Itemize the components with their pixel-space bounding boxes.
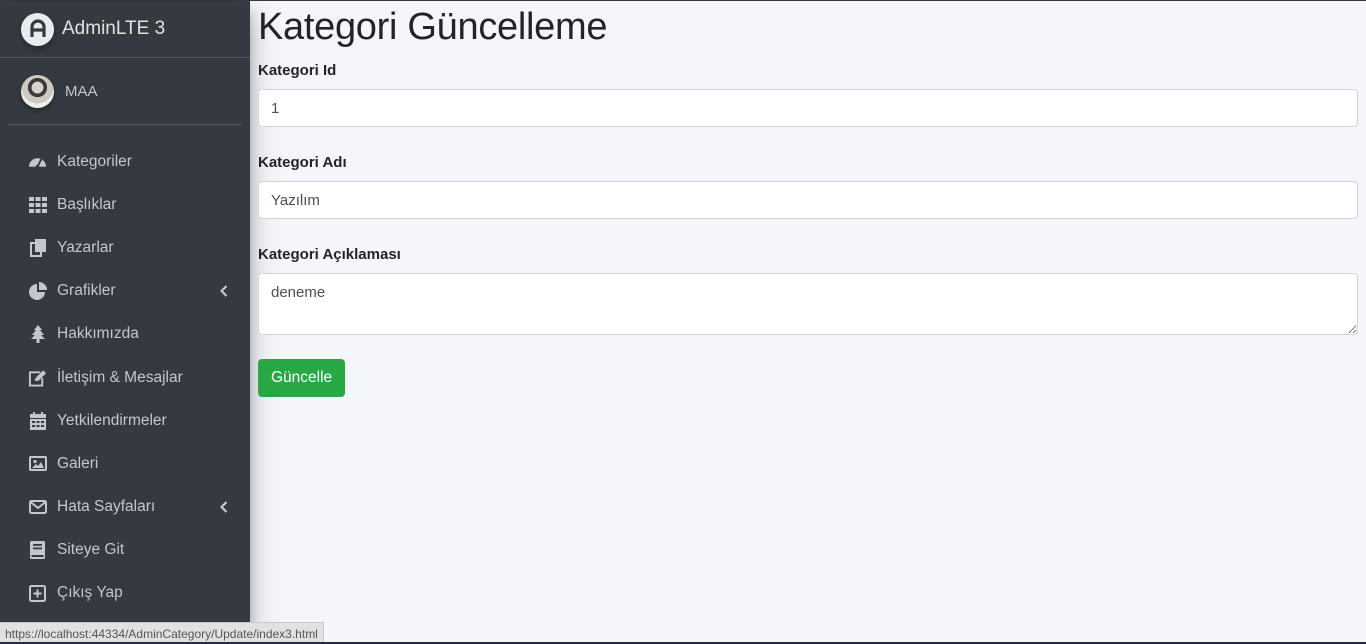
sidebar-item-yetkilendirmeler[interactable]: Yetkilendirmeler — [0, 399, 250, 442]
gauge-icon — [28, 152, 47, 171]
page-title: Kategori Güncelleme — [258, 6, 608, 48]
image-icon — [28, 454, 47, 473]
book-icon — [28, 541, 47, 560]
user-name[interactable]: MAA — [65, 83, 98, 100]
sidebar-item-yazarlar[interactable]: Yazarlar — [0, 226, 250, 269]
copy-icon — [28, 238, 47, 257]
sidebar-item-label: Yetkilendirmeler — [57, 411, 167, 429]
sidebar-item-label: Grafikler — [57, 282, 116, 300]
plus-square-icon — [28, 584, 47, 603]
sidebar-item-label: İletişim & Mesajlar — [57, 368, 183, 386]
sidebar-item-label: Kategoriler — [57, 152, 132, 170]
sidebar-item-label: Hakkımızda — [57, 325, 139, 343]
update-button[interactable]: Güncelle — [258, 359, 346, 397]
sidebar-item-label: Yazarlar — [57, 238, 114, 256]
form-group-id: Kategori Id — [258, 62, 1358, 127]
form-group-name: Kategori Adı — [258, 154, 1358, 219]
sidebar-item-kategoriler[interactable]: Kategoriler — [0, 140, 250, 183]
edit-icon — [28, 368, 47, 387]
adminlte-logo-icon — [21, 12, 54, 46]
browser-status-url: https://localhost:44334/AdminCategory/Up… — [0, 622, 324, 644]
sidebar-item-label: Siteye Git — [57, 541, 125, 559]
category-name-input[interactable] — [258, 181, 1358, 219]
chevron-left-icon — [219, 284, 228, 302]
sidebar-item-grafikler[interactable]: Grafikler — [0, 270, 250, 313]
sidebar-item-siteye-git[interactable]: Siteye Git — [0, 529, 250, 572]
category-update-form: Kategori Id Kategori Adı Kategori Açıkla… — [258, 62, 1358, 397]
avatar — [21, 74, 54, 108]
sidebar-item-label: Çıkış Yap — [57, 584, 123, 602]
user-panel[interactable]: MAA — [8, 58, 242, 125]
sidebar-nav: Kategoriler Başlıklar Yazarlar Grafikler — [0, 140, 250, 615]
chevron-left-icon — [219, 500, 228, 518]
envelope-icon — [28, 498, 47, 517]
pie-chart-icon — [28, 282, 47, 301]
category-name-label: Kategori Adı — [258, 154, 347, 171]
sidebar-item-label: Başlıklar — [57, 195, 117, 213]
sidebar-item-basliklar[interactable]: Başlıklar — [0, 183, 250, 226]
form-group-description: Kategori Açıklaması deneme — [258, 246, 1358, 335]
calendar-icon — [28, 411, 47, 430]
category-id-input[interactable] — [258, 89, 1358, 127]
category-id-label: Kategori Id — [258, 62, 337, 79]
sidebar-item-label: Galeri — [57, 454, 99, 472]
brand-link[interactable]: AdminLTE 3 — [0, 1, 250, 58]
sidebar-item-galeri[interactable]: Galeri — [0, 442, 250, 485]
sidebar-item-hakkimizda[interactable]: Hakkımızda — [0, 313, 250, 356]
brand-text: AdminLTE 3 — [62, 18, 166, 39]
tree-icon — [28, 325, 47, 344]
sidebar-item-iletisim[interactable]: İletişim & Mesajlar — [0, 356, 250, 399]
grid-icon — [28, 195, 47, 214]
category-description-textarea[interactable]: deneme — [258, 273, 1358, 335]
sidebar-item-hata-sayfalari[interactable]: Hata Sayfaları — [0, 486, 250, 529]
content-wrapper: Kategori Güncelleme Kategori Id Kategori… — [258, 1, 1358, 397]
category-description-label: Kategori Açıklaması — [258, 246, 401, 263]
sidebar-item-label: Hata Sayfaları — [57, 498, 156, 516]
sidebar-item-cikis-yap[interactable]: Çıkış Yap — [0, 572, 250, 615]
main-sidebar: AdminLTE 3 MAA Kategoriler Başlıklar Yaz… — [0, 1, 250, 644]
